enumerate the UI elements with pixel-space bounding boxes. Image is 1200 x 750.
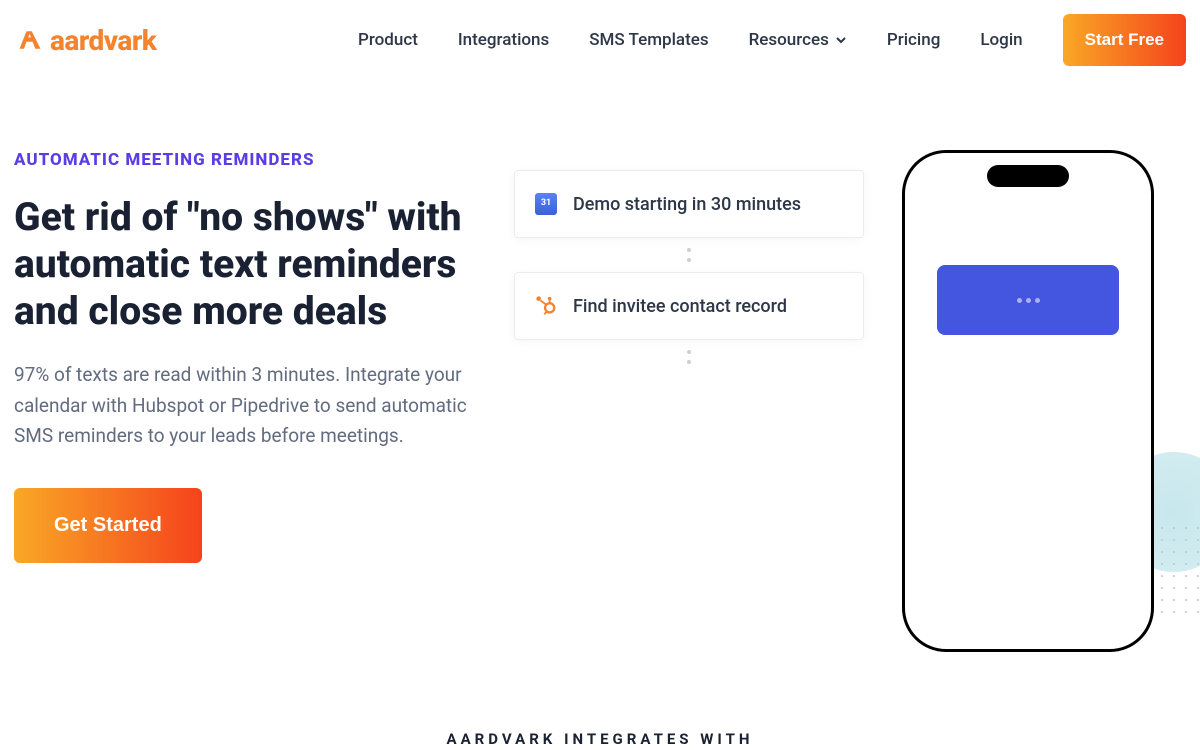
start-free-button[interactable]: Start Free (1063, 14, 1186, 66)
workflow-step-label: Demo starting in 30 minutes (573, 194, 801, 215)
calendar-icon (535, 193, 557, 215)
get-started-button[interactable]: Get Started (14, 488, 202, 563)
nav-integrations[interactable]: Integrations (458, 30, 549, 50)
nav-login[interactable]: Login (980, 30, 1022, 50)
workflow-step-demo: Demo starting in 30 minutes (514, 170, 864, 238)
dot-icon (687, 360, 691, 364)
main-nav: Product Integrations SMS Templates Resou… (358, 14, 1186, 66)
phone-frame (902, 150, 1154, 652)
typing-indicator-icon (1017, 298, 1040, 303)
dot-icon (687, 248, 691, 252)
nav-product[interactable]: Product (358, 30, 418, 50)
dot-icon (687, 258, 691, 262)
brand-name: aardvark (50, 24, 156, 57)
integrates-with-label: AARDVARK INTEGRATES WITH (0, 730, 1200, 748)
header: aardvark Product Integrations SMS Templa… (0, 0, 1200, 80)
connector-dots (687, 340, 691, 374)
connector-dots (687, 238, 691, 272)
sms-bubble (937, 265, 1119, 335)
nav-resources-label: Resources (749, 30, 829, 50)
aardvark-icon (16, 26, 44, 54)
hero-eyebrow: AUTOMATIC MEETING REMINDERS (14, 150, 494, 170)
hubspot-icon (535, 295, 557, 317)
workflow-steps: Demo starting in 30 minutes Find invitee… (514, 150, 864, 652)
phone-notch (987, 165, 1069, 187)
chevron-down-icon (835, 34, 847, 46)
nav-resources[interactable]: Resources (749, 30, 847, 50)
phone-illustration-wrap (884, 150, 1194, 652)
nav-sms-templates[interactable]: SMS Templates (589, 30, 708, 50)
nav-pricing[interactable]: Pricing (887, 30, 941, 50)
hero-section: AUTOMATIC MEETING REMINDERS Get rid of "… (0, 80, 1200, 652)
hero-copy: AUTOMATIC MEETING REMINDERS Get rid of "… (14, 150, 494, 652)
workflow-step-label: Find invitee contact record (573, 296, 787, 317)
brand-logo[interactable]: aardvark (16, 24, 156, 57)
workflow-step-contact: Find invitee contact record (514, 272, 864, 340)
hero-body: 97% of texts are read within 3 minutes. … (14, 360, 494, 451)
dot-icon (687, 350, 691, 354)
hero-headline: Get rid of "no shows" with automatic tex… (14, 194, 494, 334)
